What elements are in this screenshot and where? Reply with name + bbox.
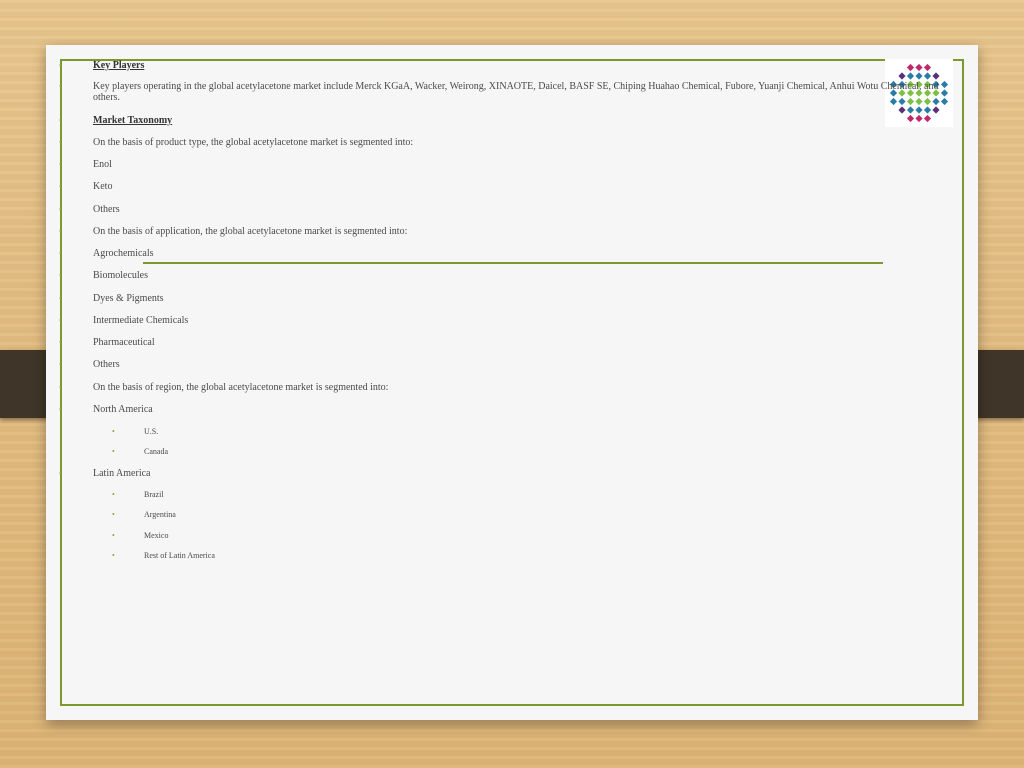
list-item-text: On the basis of product type, the global… <box>93 137 414 148</box>
list-item-text: Key Players <box>93 60 145 71</box>
list-item-text: Pharmaceutical <box>93 337 155 348</box>
bullet-icon: • <box>59 138 62 147</box>
logo-tile <box>932 72 940 80</box>
list-item: • Intermediate Chemicals <box>46 315 961 326</box>
bullet-icon: • <box>59 182 62 191</box>
bullet-icon: • <box>112 490 115 499</box>
bullet-icon: • <box>59 82 62 91</box>
bullet-icon: • <box>59 316 62 325</box>
sub-list-item: • U.S. <box>46 426 961 436</box>
bullet-icon: • <box>59 405 62 414</box>
logo-tile <box>906 72 915 80</box>
list-item-text: Rest of Latin America <box>144 551 215 560</box>
bullet-icon: • <box>112 427 115 436</box>
bullet-icon: • <box>112 531 115 540</box>
list-item-text: Intermediate Chemicals <box>93 315 189 326</box>
bullet-icon: • <box>59 249 62 258</box>
list-item-text: North America <box>93 404 153 415</box>
bullet-icon: • <box>59 469 62 478</box>
bullet-icon: • <box>112 510 115 519</box>
list-item: • Biomolecules <box>46 270 961 281</box>
list-item-text: U.S. <box>144 427 159 436</box>
list-item: • On the basis of application, the global… <box>46 226 961 237</box>
sub-list-item: • Rest of Latin America <box>46 550 961 560</box>
logo-tile <box>923 72 932 80</box>
list-item-text: Brazil <box>144 490 164 499</box>
list-item-text: Dyes & Pigments <box>93 293 164 304</box>
list-item-text: On the basis of application, the global … <box>93 226 408 237</box>
list-item: • Others <box>46 204 961 215</box>
list-item-text: Agrochemicals <box>93 248 154 259</box>
list-item: • On the basis of region, the global acet… <box>46 382 961 393</box>
logo-tile <box>898 106 906 114</box>
list-item-text: Market Taxonomy <box>93 115 173 126</box>
logo-tile <box>915 106 923 114</box>
sub-list-item: • Brazil <box>46 489 961 499</box>
list-item-text: Key players operating in the global acet… <box>93 81 939 103</box>
list-item: • Pharmaceutical <box>46 337 961 348</box>
list-item-text: Others <box>93 204 120 215</box>
list-item-text: Enol <box>93 159 112 170</box>
list-item: • Dyes & Pigments <box>46 293 961 304</box>
list-item: • Agrochemicals <box>46 248 961 259</box>
bullet-icon: • <box>59 205 62 214</box>
bullet-icon: • <box>112 551 115 560</box>
list-item: • Others <box>46 359 961 370</box>
list-item: • North America <box>46 404 961 415</box>
bullet-icon: • <box>59 338 62 347</box>
section-heading: • Market Taxonomy <box>46 115 961 126</box>
list-item: • Key players operating in the global ace… <box>46 81 961 103</box>
list-item-text: Latin America <box>93 468 151 479</box>
bullet-icon: • <box>59 116 62 125</box>
bullet-icon: • <box>112 447 115 456</box>
bullet-icon: • <box>59 294 62 303</box>
sub-list-item: • Argentina <box>46 509 961 519</box>
logo-tile <box>915 72 923 80</box>
slide: • Key Players • Key players operating in th… <box>46 45 978 720</box>
logo-tile <box>898 72 906 80</box>
sub-list-item: • Mexico <box>46 530 961 540</box>
list-item-text: Others <box>93 359 120 370</box>
bullet-icon: • <box>59 160 62 169</box>
section-heading: • Key Players <box>46 60 961 71</box>
list-item-text: Mexico <box>144 531 169 540</box>
list-item-text: Argentina <box>144 510 176 519</box>
list-item-text: Biomolecules <box>93 270 148 281</box>
bullet-icon: • <box>59 271 62 280</box>
bullet-icon: • <box>59 227 62 236</box>
bullet-icon: • <box>59 61 62 70</box>
list-item: • Keto <box>46 181 961 192</box>
list-item: • On the basis of product type, the globa… <box>46 137 961 148</box>
list-item-text: Canada <box>144 447 168 456</box>
bullet-icon: • <box>59 383 62 392</box>
list-item-text: On the basis of region, the global acety… <box>93 382 389 393</box>
logo-tile <box>923 106 932 114</box>
list-item: • Enol <box>46 159 961 170</box>
section-divider <box>143 262 883 264</box>
logo-tile <box>906 106 915 114</box>
list-item: • Latin America <box>46 468 961 479</box>
bullet-icon: • <box>59 360 62 369</box>
list-item-text: Keto <box>93 181 113 192</box>
sub-list-item: • Canada <box>46 446 961 456</box>
logo-tile <box>932 106 940 114</box>
